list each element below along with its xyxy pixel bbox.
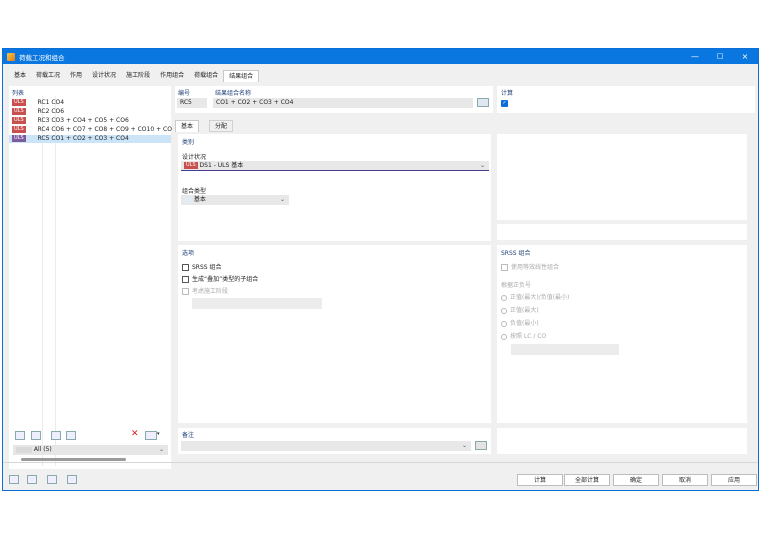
comment-field[interactable]: ⌄ <box>181 441 471 451</box>
uls-badge: ULS <box>12 108 26 115</box>
radio-button <box>501 333 507 340</box>
calc-button[interactable]: 计算 <box>517 474 563 486</box>
sign-label: 根据正负号 <box>501 282 532 289</box>
construction-checkbox <box>182 288 189 295</box>
window-title: 荷载工况和组合 <box>19 53 65 62</box>
radio-button <box>501 294 507 301</box>
equiv-linear-checkbox <box>501 264 508 271</box>
radio-button <box>501 307 507 314</box>
combo-type-select[interactable]: 基本 ⌄ <box>181 195 289 205</box>
chevron-down-icon: ⌄ <box>158 446 164 453</box>
app-icon <box>7 52 15 61</box>
copy-item-icon[interactable] <box>31 431 41 440</box>
number-label: 编号 <box>178 90 191 97</box>
main-tabs: 基本 荷载工况 作用 设计状况 施工阶段 作用组合 荷载组合 结果组合 <box>9 70 260 82</box>
delete-icon[interactable]: ✕ <box>131 429 139 439</box>
chevron-down-icon: ⌄ <box>461 442 467 449</box>
subtab-basic[interactable]: 基本 <box>175 120 200 132</box>
chevron-down-icon: ⌄ <box>479 162 485 169</box>
list-item[interactable]: ULS RC4 CO6 + CO7 + CO8 + CO9 + CO10 + C… <box>9 126 173 134</box>
calc-panel: 计算 ✓ <box>497 86 755 113</box>
tab-design-situations[interactable]: 设计状况 <box>87 70 121 82</box>
maximize-button[interactable]: □ <box>709 49 731 64</box>
minimize-button[interactable]: — <box>684 49 706 64</box>
options-panel: 选项 SRSS 组合 生成“叠加”类型的子组合 考虑施工阶段 <box>178 245 491 423</box>
tab-action-combinations[interactable]: 作用组合 <box>155 70 189 82</box>
comment-edit-icon[interactable] <box>475 441 487 450</box>
category-panel: 类别 设计状况 ULS DS1 - ULS 基本 ⌄ 组合类型 基本 ⌄ <box>178 134 491 241</box>
help-icon[interactable] <box>9 475 19 484</box>
list-header: 列表 <box>12 90 25 97</box>
radio-button <box>501 320 507 327</box>
cancel-button[interactable]: 取消 <box>662 474 708 486</box>
ok-button[interactable]: 确定 <box>613 474 659 486</box>
list-filter-select[interactable]: All (5) ⌄ <box>13 445 168 455</box>
construction-stage-field <box>192 298 322 309</box>
radio-option: 负值(最小) <box>501 318 539 327</box>
srss-checkbox[interactable] <box>182 264 189 271</box>
uls-badge: ULS <box>12 99 26 106</box>
horizontal-scrollbar[interactable] <box>21 458 126 461</box>
comment-panel: 备注 ⌄ <box>178 428 491 454</box>
calc-checkbox[interactable]: ✓ <box>501 100 508 107</box>
sort-icon[interactable] <box>66 431 76 440</box>
subcombo-checkbox[interactable] <box>182 276 189 283</box>
view-options-icon[interactable] <box>145 431 157 440</box>
radio-option: 正值(最大)/负值(最小) <box>501 292 569 301</box>
comment-header: 备注 <box>182 432 195 439</box>
formula-icon[interactable] <box>47 475 57 484</box>
srss-header: SRSS 组合 <box>501 250 531 257</box>
preview-panel <box>497 134 747 220</box>
name-label: 结果组合名称 <box>215 90 252 97</box>
number-field[interactable]: RC5 <box>177 98 207 108</box>
uls-badge: ULS <box>12 126 26 133</box>
lc-co-field <box>511 344 619 355</box>
calc-all-button[interactable]: 全部计算 <box>564 474 610 486</box>
renumber-icon[interactable] <box>51 431 61 440</box>
options-header: 选项 <box>182 250 195 257</box>
info-panel <box>497 224 747 240</box>
radio-option: 正值(最大) <box>501 305 539 314</box>
new-item-icon[interactable] <box>15 431 25 440</box>
comment-side-panel <box>497 428 747 454</box>
tab-basic[interactable]: 基本 <box>9 70 31 82</box>
construction-option: 考虑施工阶段 <box>182 286 228 295</box>
subtab-assignment[interactable]: 分配 <box>209 120 234 132</box>
chevron-down-icon: ⌄ <box>279 196 285 203</box>
subcombo-option[interactable]: 生成“叠加”类型的子组合 <box>182 274 258 283</box>
list-panel: 列表 ULS RC1 CO4 ULS RC2 CO6 ULS RC3 CO3 +… <box>9 86 173 469</box>
uls-badge: ULS <box>184 162 198 169</box>
close-button[interactable]: × <box>734 49 756 64</box>
srss-option[interactable]: SRSS 组合 <box>182 262 222 271</box>
srss-panel: SRSS 组合 使用等效线性组合 根据正负号 正值(最大)/负值(最小) 正值(… <box>497 245 747 423</box>
combo-type-label: 组合类型 <box>182 188 207 195</box>
settings-icon[interactable] <box>67 475 77 484</box>
header-panel: 编号 RC5 结果组合名称 CO1 + CO2 + CO3 + CO4 <box>175 86 493 113</box>
edit-name-icon[interactable] <box>477 98 489 107</box>
name-field[interactable]: CO1 + CO2 + CO3 + CO4 <box>213 98 473 108</box>
uls-badge: ULS <box>12 117 26 124</box>
list-item[interactable]: ULS RC3 CO3 + CO4 + CO5 + CO6 <box>9 117 173 125</box>
category-header: 类别 <box>182 139 195 146</box>
radio-option: 按照 LC / CO <box>501 331 546 340</box>
equiv-linear-option: 使用等效线性组合 <box>501 262 559 271</box>
units-icon[interactable] <box>27 475 37 484</box>
design-situation-label: 设计状况 <box>182 154 207 161</box>
list-item[interactable]: ULS RC2 CO6 <box>9 108 173 116</box>
chevron-down-icon[interactable]: ▾ <box>157 431 160 437</box>
list-item[interactable]: ULS RC1 CO4 <box>9 99 173 107</box>
apply-button[interactable]: 应用 <box>711 474 757 486</box>
tab-construction-stages[interactable]: 施工阶段 <box>121 70 155 82</box>
uls-badge: ULS <box>12 135 26 142</box>
title-bar: 荷载工况和组合 — □ × <box>3 49 758 64</box>
design-situation-select[interactable]: ULS DS1 - ULS 基本 ⌄ <box>181 161 489 171</box>
tab-actions[interactable]: 作用 <box>65 70 87 82</box>
calc-label: 计算 <box>501 90 514 97</box>
tab-result-combinations[interactable]: 结果组合 <box>223 70 260 82</box>
tab-load-combinations[interactable]: 荷载组合 <box>189 70 223 82</box>
list-item-selected[interactable]: ULS RC5 CO1 + CO2 + CO3 + CO4 <box>9 135 171 143</box>
dialog-window: 荷载工况和组合 — □ × 基本 荷载工况 作用 设计状况 施工阶段 作用组合 … <box>2 48 759 491</box>
tab-load-cases[interactable]: 荷载工况 <box>31 70 65 82</box>
